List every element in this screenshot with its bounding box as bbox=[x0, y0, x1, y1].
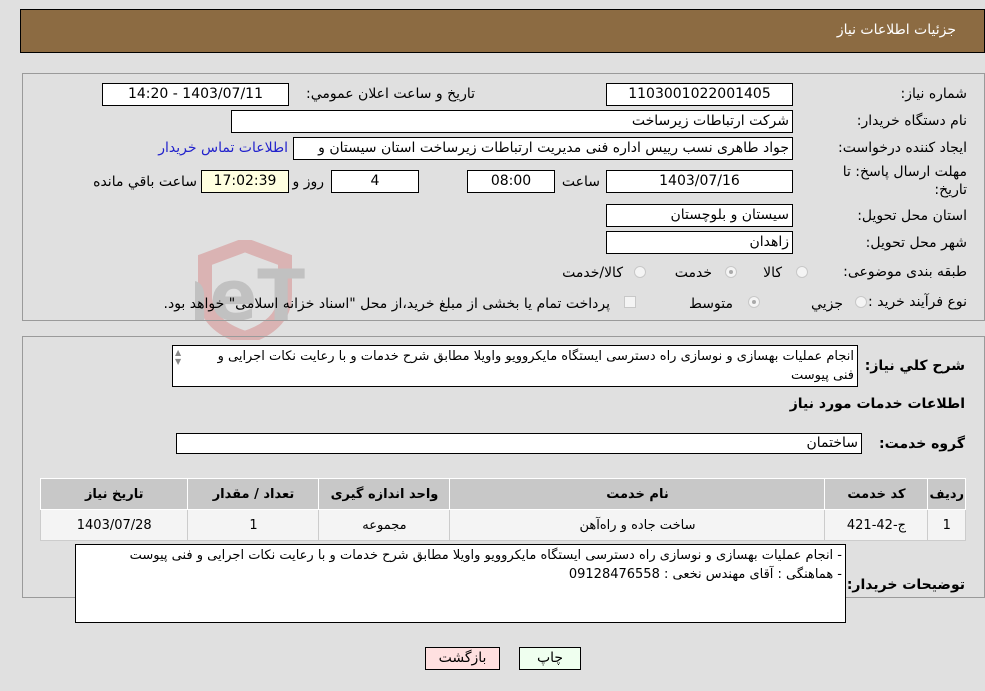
buyer-contact-link[interactable]: اطلاعات تماس خریدار bbox=[158, 140, 288, 156]
time-remaining-field: 17:02:39 bbox=[201, 170, 289, 193]
city-label: شهر محل تحویل: bbox=[865, 235, 967, 251]
page-header: جزئیات اطلاعات نیاز bbox=[20, 9, 985, 53]
category-radio-service[interactable] bbox=[725, 266, 737, 278]
table-row: 1 ج-42-421 ساخت جاده و راه‌آهن مجموعه 1 … bbox=[39, 509, 966, 541]
creator-field: جواد طاهری نسب رییس اداره فنی مدیریت ارت… bbox=[293, 137, 793, 160]
time-remaining-label: ساعت باقي مانده bbox=[93, 174, 197, 190]
announce-datetime-field: 1403/07/11 - 14:20 bbox=[102, 83, 289, 106]
deadline-time-field: 08:00 bbox=[467, 170, 555, 193]
cell-row-number: 1 bbox=[927, 509, 966, 541]
need-number-field: 1103001022001405 bbox=[606, 83, 793, 106]
province-label: استان محل تحویل: bbox=[857, 208, 967, 224]
deadline-label: مهلت ارسال پاسخ: تا تاریخ: bbox=[842, 164, 967, 198]
print-button[interactable]: چاپ bbox=[519, 647, 581, 670]
treasury-note: پرداخت تمام یا بخشی از مبلغ خرید،از محل … bbox=[163, 296, 610, 312]
cell-need-date: 1403/07/28 bbox=[39, 509, 189, 541]
category-label: طبقه بندی موضوعی: bbox=[843, 264, 967, 280]
process-radio-minor[interactable] bbox=[855, 296, 867, 308]
buyer-notes-textarea[interactable]: - انجام عملیات بهسازی و نوسازی راه دسترس… bbox=[75, 544, 846, 623]
treasury-checkbox[interactable] bbox=[624, 296, 636, 308]
deadline-date-field: 1403/07/16 bbox=[606, 170, 793, 193]
process-option-minor: جزيي bbox=[811, 296, 843, 312]
buyer-org-field: شرکت ارتباطات زیرساخت bbox=[231, 110, 793, 133]
cell-unit: مجموعه bbox=[318, 509, 451, 541]
page-title: جزئیات اطلاعات نیاز bbox=[836, 22, 956, 38]
col-quantity: تعداد / مقدار bbox=[187, 478, 320, 510]
cell-quantity: 1 bbox=[187, 509, 320, 541]
services-table: ردیف کد خدمت نام خدمت واحد اندازه گیری ت… bbox=[39, 478, 966, 541]
back-button[interactable]: بازگشت bbox=[425, 647, 500, 670]
services-heading: اطلاعات خدمات مورد نیاز bbox=[789, 396, 965, 412]
process-radio-medium[interactable] bbox=[748, 296, 760, 308]
category-radio-goods-service[interactable] bbox=[634, 266, 646, 278]
days-remaining-field: 4 bbox=[331, 170, 419, 193]
category-option-goods-service: کالا/خدمت bbox=[562, 265, 623, 281]
col-unit: واحد اندازه گیری bbox=[318, 478, 451, 510]
col-service-name: نام خدمت bbox=[449, 478, 826, 510]
need-number-label: شماره نیاز: bbox=[900, 86, 968, 102]
category-option-goods: کالا bbox=[763, 265, 782, 281]
summary-text: انجام عملیات بهسازی و نوسازی راه دسترسی … bbox=[217, 349, 854, 383]
category-option-service: خدمت bbox=[674, 265, 712, 281]
cell-service-code: ج-42-421 bbox=[824, 509, 929, 541]
category-radio-goods[interactable] bbox=[796, 266, 808, 278]
col-service-code: کد خدمت bbox=[824, 478, 929, 510]
buyer-org-label: نام دستگاه خریدار: bbox=[856, 113, 967, 129]
service-group-field: ساختمان bbox=[176, 433, 862, 454]
process-label: نوع فرآیند خرید : bbox=[868, 294, 967, 310]
creator-label: ایجاد کننده درخواست: bbox=[838, 140, 967, 156]
col-row-number: ردیف bbox=[927, 478, 966, 510]
summary-textarea[interactable]: ▲ ▼ انجام عملیات بهسازی و نوسازی راه دستر… bbox=[172, 345, 858, 387]
scroll-arrows-icon[interactable]: ▲ ▼ bbox=[175, 348, 181, 366]
buyer-notes-line-2: - هماهنگی : آقای مهندس نخعی : 0912847655… bbox=[568, 567, 842, 582]
table-header-row: ردیف کد خدمت نام خدمت واحد اندازه گیری ت… bbox=[39, 478, 966, 510]
summary-label: شرح کلي نياز: bbox=[864, 358, 965, 374]
buyer-notes-line-1: - انجام عملیات بهسازی و نوسازی راه دسترس… bbox=[129, 548, 842, 563]
province-field: سیستان و بلوچستان bbox=[606, 204, 793, 227]
deadline-time-label: ساعت bbox=[561, 174, 600, 190]
buyer-notes-label: توضیحات خریدار: bbox=[846, 577, 965, 593]
cell-service-name: ساخت جاده و راه‌آهن bbox=[449, 509, 826, 541]
service-group-label: گروه خدمت: bbox=[879, 436, 965, 452]
days-label: روز و bbox=[292, 174, 325, 190]
city-field: زاهدان bbox=[606, 231, 793, 254]
col-need-date: تاریخ نیاز bbox=[39, 478, 189, 510]
process-option-medium: متوسط bbox=[689, 296, 733, 312]
announce-label: تاريخ و ساعت اعلان عمومي: bbox=[306, 86, 475, 102]
